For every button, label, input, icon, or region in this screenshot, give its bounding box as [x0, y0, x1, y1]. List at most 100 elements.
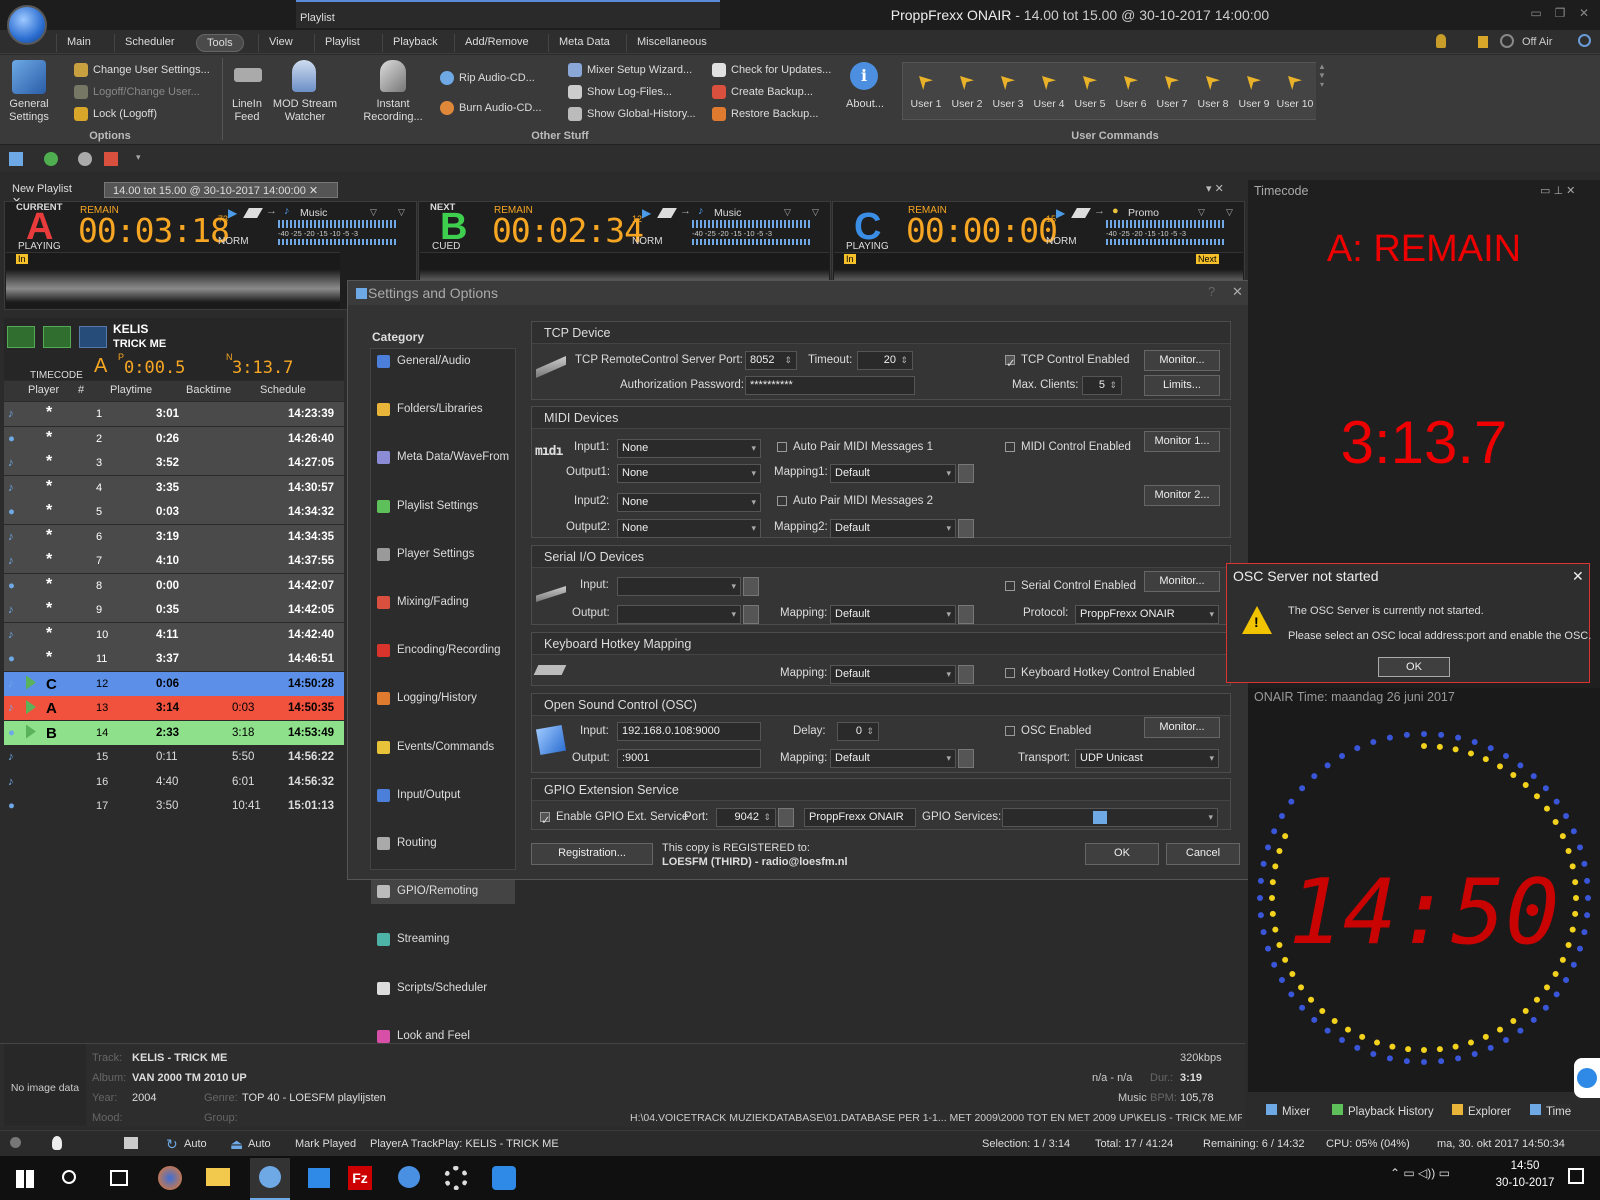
- tray-icons[interactable]: ⌃ ▭ ◁)) ▭: [1390, 1166, 1450, 1180]
- tab-playback-history[interactable]: Playback History: [1332, 1104, 1434, 1118]
- burn-cd-button[interactable]: Burn Audio-CD...: [440, 101, 542, 115]
- mod-stream-watcher-button[interactable]: MOD Stream Watcher: [270, 98, 340, 124]
- store-icon[interactable]: [308, 1168, 330, 1188]
- osc-enabled-checkbox[interactable]: OSC Enabled: [1005, 725, 1091, 737]
- playlist-row[interactable]: ● B 14 2:33 3:18 14:53:49: [4, 720, 344, 746]
- tcp-port-input[interactable]: 8052 ⇕: [745, 351, 797, 370]
- network-tool-icon[interactable]: [398, 1166, 420, 1188]
- user-command-2[interactable]: User 2: [947, 70, 987, 110]
- auto2-icon[interactable]: ⏏: [230, 1136, 243, 1153]
- list-icon[interactable]: [124, 1137, 138, 1149]
- player-menu-icon[interactable]: ▽: [1226, 207, 1233, 218]
- gpio-edit-icon[interactable]: [778, 808, 794, 827]
- user-command-1[interactable]: User 1: [906, 70, 946, 110]
- type-dropdown-icon[interactable]: ▽: [370, 207, 377, 218]
- serial-mapping-select[interactable]: Default ▾: [830, 605, 956, 624]
- flag-icon[interactable]: [104, 152, 118, 166]
- tab-current-playlist[interactable]: 14.00 tot 15.00 @ 30-10-2017 14:00:00 ✕: [104, 182, 338, 198]
- in-marker[interactable]: In: [844, 254, 856, 264]
- offair-label[interactable]: Off Air: [1522, 36, 1552, 48]
- column-header[interactable]: Player: [28, 384, 59, 396]
- play-icon[interactable]: ▶: [642, 206, 651, 220]
- playlist-row[interactable]: ● * 5 0:03 14:34:32: [4, 500, 344, 525]
- file-explorer-icon[interactable]: [206, 1168, 230, 1186]
- show-log-button[interactable]: Show Log-Files...: [568, 85, 672, 99]
- notifications-icon[interactable]: [1568, 1168, 1584, 1184]
- tab-explorer[interactable]: Explorer: [1452, 1104, 1511, 1118]
- playlist-row[interactable]: ♪ 15 0:11 5:50 14:56:22: [4, 745, 344, 770]
- midi-mapping2-select[interactable]: Default ▾: [830, 519, 956, 538]
- category-folders-libraries[interactable]: Folders/Libraries: [371, 398, 515, 422]
- auto-icon[interactable]: ↻: [166, 1136, 178, 1153]
- user-command-9[interactable]: User 9: [1234, 70, 1274, 110]
- midi-enabled-checkbox[interactable]: MIDI Control Enabled: [1005, 441, 1131, 453]
- mark-played-toggle[interactable]: Mark Played: [295, 1138, 356, 1150]
- gpio-port-input[interactable]: 9042 ⇕: [716, 808, 776, 827]
- user-command-3[interactable]: User 3: [988, 70, 1028, 110]
- autopair2-checkbox[interactable]: Auto Pair MIDI Messages 2: [777, 495, 933, 507]
- keyboard-mapping-select[interactable]: Default ▾: [830, 665, 956, 684]
- category-scripts-scheduler[interactable]: Scripts/Scheduler: [371, 977, 515, 1001]
- create-backup-button[interactable]: Create Backup...: [712, 85, 813, 99]
- playlist-row[interactable]: ♪ * 4 3:35 14:30:57: [4, 475, 344, 501]
- playlist-row[interactable]: ● 17 3:50 10:41 15:01:13: [4, 794, 344, 819]
- tabs-dropdown-icon[interactable]: ▾ ✕: [1206, 182, 1224, 195]
- folder-icon[interactable]: [743, 577, 759, 596]
- folder-icon[interactable]: [743, 605, 759, 624]
- task-view-icon[interactable]: [110, 1170, 128, 1186]
- serial-output-select[interactable]: ▾: [617, 605, 741, 624]
- gpio-services-select[interactable]: ▾: [1002, 808, 1218, 827]
- type-dropdown-icon[interactable]: ▽: [1198, 207, 1205, 218]
- bulb-icon[interactable]: [52, 1136, 62, 1150]
- midi-mapping1-select[interactable]: Default ▾: [830, 464, 956, 483]
- osc-input-field[interactable]: 192.168.0.108:9000: [617, 722, 761, 741]
- playlist-row[interactable]: ♪ C 12 0:06 14:50:28: [4, 671, 344, 697]
- osc-popup-close-icon[interactable]: ✕: [1572, 568, 1584, 585]
- auth-password-input[interactable]: **********: [745, 376, 915, 395]
- playlist-row[interactable]: ♪ A 13 3:14 0:03 14:50:35: [4, 696, 344, 721]
- midi-input1-select[interactable]: None ▾: [617, 439, 761, 458]
- playlist-row[interactable]: ♪ 16 4:40 6:01 14:56:32: [4, 769, 344, 795]
- osc-delay-input[interactable]: 0 ⇕: [837, 722, 879, 741]
- mapping-edit-icon[interactable]: [958, 519, 974, 538]
- category-logging-history[interactable]: Logging/History: [371, 687, 515, 711]
- midi-output2-select[interactable]: None ▾: [617, 519, 761, 538]
- menu-playlist[interactable]: Playlist: [314, 34, 370, 52]
- gpio-enable-checkbox[interactable]: ✓ Enable GPIO Ext. Service: [540, 811, 688, 827]
- player-menu-icon[interactable]: ▽: [398, 207, 405, 218]
- taskbar-time[interactable]: 14:50: [1490, 1160, 1560, 1172]
- play-icon[interactable]: ▶: [228, 206, 237, 220]
- menu-add-remove[interactable]: Add/Remove: [454, 34, 539, 52]
- menu-playback[interactable]: Playback: [382, 34, 448, 52]
- category-streaming[interactable]: Streaming: [371, 928, 515, 952]
- play-pause-button[interactable]: [7, 326, 35, 348]
- auto-mode-2[interactable]: Auto: [248, 1138, 271, 1150]
- playlist-icon[interactable]: [9, 152, 23, 166]
- playlist-row[interactable]: ● * 11 3:37 14:46:51: [4, 647, 344, 672]
- category-general-audio[interactable]: General/Audio: [371, 350, 515, 374]
- column-header[interactable]: Schedule: [260, 384, 306, 396]
- playlist-row[interactable]: ♪ * 9 0:35 14:42:05: [4, 598, 344, 623]
- rip-cd-button[interactable]: Rip Audio-CD...: [440, 71, 535, 85]
- tab-time[interactable]: Time: [1530, 1104, 1572, 1118]
- user-command-5[interactable]: User 5: [1070, 70, 1110, 110]
- tcp-enabled-checkbox[interactable]: ✓ TCP Control Enabled: [1005, 354, 1129, 370]
- mapping-edit-icon[interactable]: [958, 605, 974, 624]
- mixer-wizard-button[interactable]: Mixer Setup Wizard...: [568, 63, 692, 77]
- transport-select[interactable]: UDP Unicast ▾: [1075, 749, 1219, 768]
- serial-monitor-button[interactable]: Monitor...: [1144, 571, 1220, 592]
- menu-view[interactable]: View: [258, 34, 303, 52]
- mapping-edit-icon[interactable]: [958, 665, 974, 684]
- restore-icon[interactable]: ❐: [1552, 6, 1568, 20]
- serial-input-select[interactable]: ▾: [617, 577, 741, 596]
- keyboard-enabled-checkbox[interactable]: Keyboard Hotkey Control Enabled: [1005, 667, 1195, 679]
- menu-scheduler[interactable]: Scheduler: [114, 34, 185, 52]
- serial-enabled-checkbox[interactable]: Serial Control Enabled: [1005, 580, 1136, 592]
- dialog-close-icon[interactable]: ✕: [1232, 284, 1243, 300]
- minimize-icon[interactable]: ▭: [1528, 6, 1544, 20]
- refresh-icon[interactable]: [78, 152, 92, 166]
- registration-button[interactable]: Registration...: [531, 843, 653, 865]
- dialog-help-icon[interactable]: ?: [1208, 284, 1215, 299]
- play-icon[interactable]: ▶: [1056, 206, 1065, 220]
- playlist-row[interactable]: ♪ * 1 3:01 14:23:39: [4, 402, 344, 427]
